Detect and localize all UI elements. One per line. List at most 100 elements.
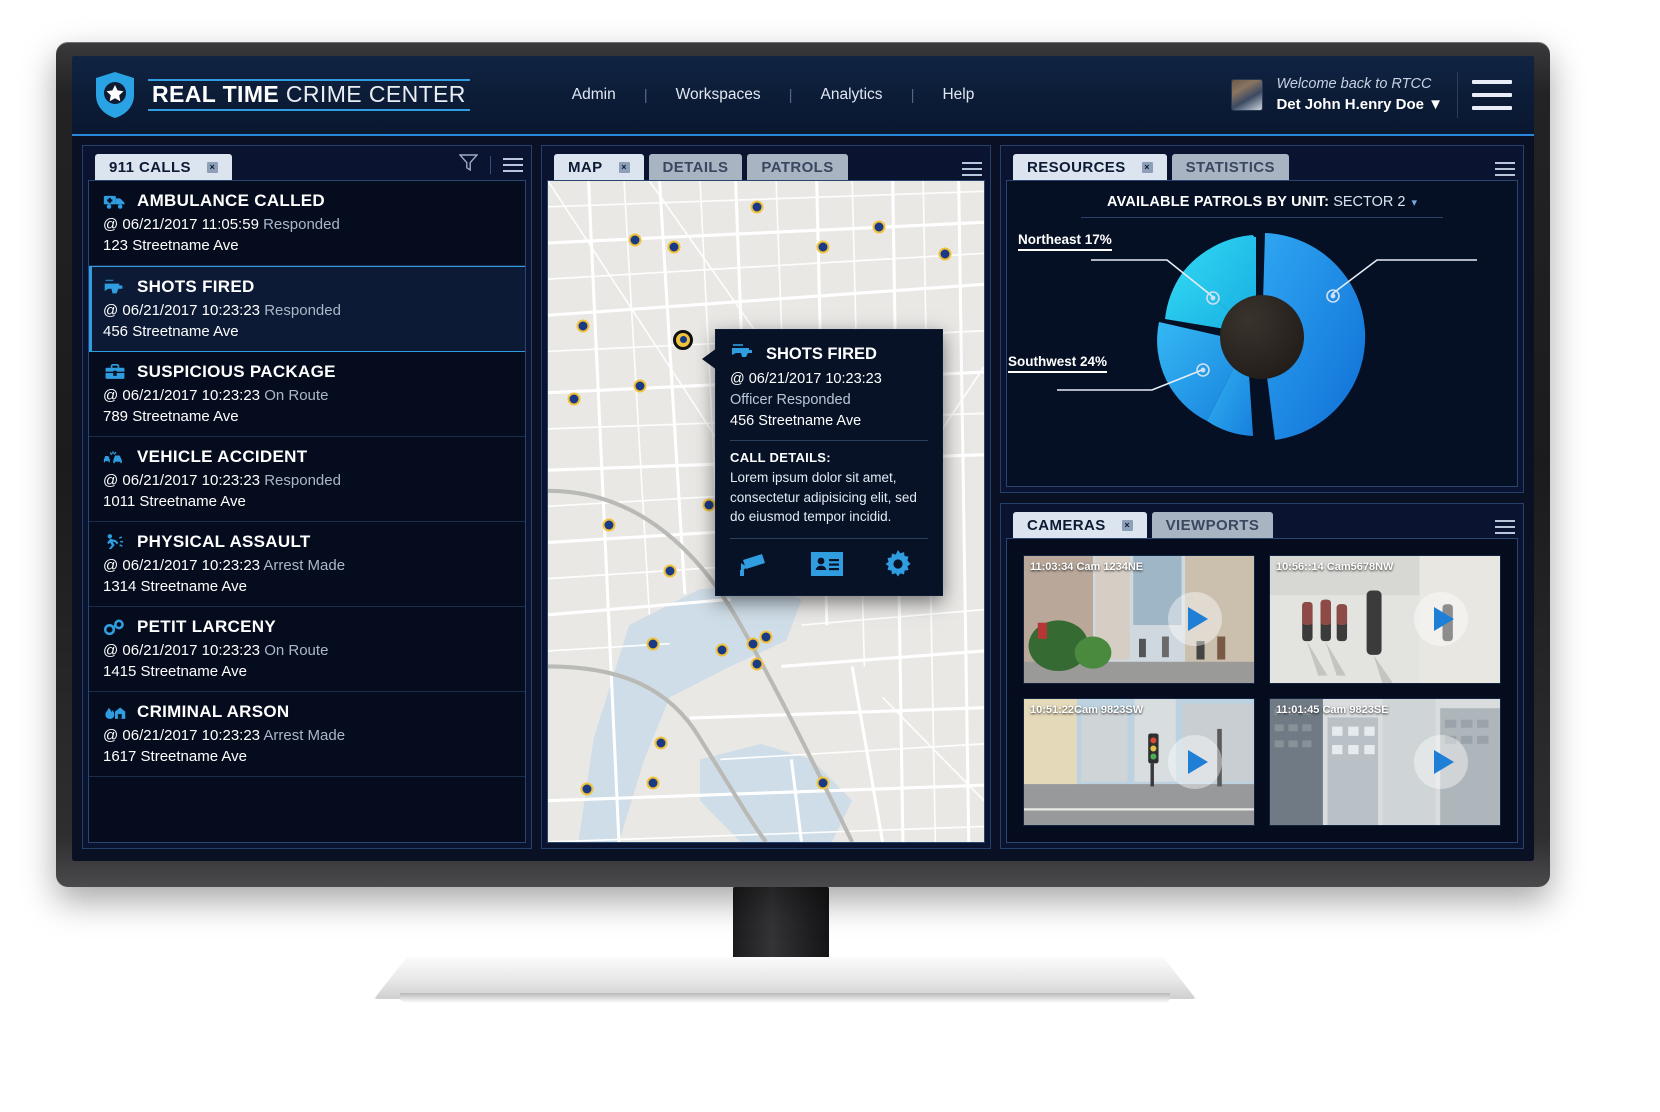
map-marker[interactable]	[702, 498, 716, 512]
play-icon[interactable]	[1413, 734, 1468, 789]
play-icon[interactable]	[1413, 592, 1468, 647]
call-title-row: SUSPICIOUS PACKAGE	[103, 362, 511, 382]
tab-label: CAMERAS	[1027, 516, 1106, 534]
map-panel-body: SHOTS FIRED @ 06/21/2017 10:23:23 Office…	[547, 180, 985, 843]
call-list-item[interactable]: PHYSICAL ASSAULT @ 06/21/2017 10:23:23 Ar…	[89, 522, 525, 607]
chart-title-row: AVAILABLE PATROLS BY UNIT: SECTOR 2 ▾	[1007, 181, 1517, 224]
cameras-tabs: CAMERAS × VIEWPORTS	[1013, 512, 1274, 538]
camera-feed[interactable]: 10:56::14 Cam5678NW	[1269, 555, 1501, 684]
map-marker[interactable]	[580, 782, 594, 796]
tab-map[interactable]: MAP ×	[554, 154, 644, 180]
map-marker[interactable]	[646, 637, 660, 651]
camera-icon[interactable]	[738, 551, 770, 582]
app-header: REAL TIME CRIME CENTER Admin | Workspace…	[72, 56, 1534, 136]
nav-item-analytics[interactable]: Analytics	[793, 86, 911, 104]
chevron-down-icon[interactable]: ▾	[1411, 197, 1417, 209]
call-list-item[interactable]: PETIT LARCENY @ 06/21/2017 10:23:23 On Ro…	[89, 607, 525, 692]
map-marker[interactable]	[715, 643, 729, 657]
camera-feed[interactable]: 10:51:22Cam 9823SW	[1023, 697, 1255, 826]
selected-marker[interactable]	[673, 329, 694, 350]
map-marker[interactable]	[872, 220, 886, 234]
filter-icon[interactable]	[458, 154, 479, 176]
call-list-item[interactable]: AMBULANCE CALLED @ 06/21/2017 11:05:59 Re…	[89, 181, 525, 266]
donut-label-northeast: Northeast 17%	[1018, 232, 1112, 251]
nav-item-workspaces[interactable]: Workspaces	[648, 86, 789, 104]
brand-title-light: CRIME CENTER	[279, 81, 466, 107]
map-marker[interactable]	[667, 240, 681, 254]
resources-menu-icon[interactable]	[1495, 162, 1515, 176]
nav-item-admin[interactable]: Admin	[544, 86, 644, 104]
close-icon[interactable]: ×	[618, 161, 630, 173]
map-marker[interactable]	[602, 518, 616, 532]
call-title-row: CRIMINAL ARSON	[103, 702, 511, 722]
nav-item-help[interactable]: Help	[914, 86, 1002, 104]
tab-statistics[interactable]: STATISTICS	[1171, 154, 1289, 180]
map-marker[interactable]	[646, 776, 660, 789]
play-icon[interactable]	[1167, 592, 1222, 647]
call-address: 789 Streetname Ave	[103, 408, 239, 425]
package-icon	[103, 362, 127, 382]
popup-title-row: SHOTS FIRED	[730, 343, 928, 366]
tab-viewports[interactable]: VIEWPORTS	[1151, 512, 1274, 538]
map-canvas[interactable]: SHOTS FIRED @ 06/21/2017 10:23:23 Office…	[548, 181, 984, 842]
camera-feed[interactable]: 11:01:45 Cam 9823SE	[1269, 697, 1501, 826]
map-marker[interactable]	[759, 630, 773, 644]
id-card-icon[interactable]	[811, 551, 843, 581]
patrols-chart-container: AVAILABLE PATROLS BY UNIT: SECTOR 2 ▾ No…	[1007, 181, 1517, 486]
user-menu[interactable]: Welcome back to RTCC Det John H.enry Doe…	[1276, 75, 1443, 115]
map-marker[interactable]	[654, 736, 668, 750]
donut-chart[interactable]: Northeast 17% Southwest 24%	[1007, 224, 1517, 450]
call-list-item[interactable]: CRIMINAL ARSON @ 06/21/2017 10:23:23 Arre…	[89, 692, 525, 777]
popup-details-label: CALL DETAILS:	[730, 450, 831, 465]
popup-title: SHOTS FIRED	[766, 345, 877, 363]
tab-details[interactable]: DETAILS	[648, 154, 743, 180]
map-marker[interactable]	[746, 637, 760, 651]
calls-tabs: 911 CALLS ×	[95, 154, 232, 180]
avatar[interactable]	[1232, 80, 1263, 110]
map-marker[interactable]	[576, 319, 590, 333]
car-crash-icon	[103, 447, 127, 467]
map-marker[interactable]	[567, 392, 581, 406]
cameras-menu-icon[interactable]	[1495, 520, 1515, 534]
map-marker[interactable]	[628, 233, 642, 247]
play-icon[interactable]	[1167, 734, 1222, 789]
call-list-item[interactable]: SUSPICIOUS PACKAGE @ 06/21/2017 10:23:23 …	[89, 352, 525, 437]
monitor-bezel: REAL TIME CRIME CENTER Admin | Workspace…	[56, 42, 1550, 887]
main-menu-button[interactable]	[1472, 80, 1512, 110]
arson-icon	[103, 702, 127, 722]
tab-911-calls[interactable]: 911 CALLS ×	[95, 154, 232, 180]
map-marker[interactable]	[938, 247, 952, 261]
close-icon[interactable]: ×	[1141, 161, 1153, 173]
map-menu-icon[interactable]	[962, 162, 982, 176]
map-marker[interactable]	[633, 379, 647, 393]
gear-icon[interactable]	[884, 549, 912, 583]
close-icon[interactable]: ×	[206, 161, 218, 173]
close-icon[interactable]: ×	[1121, 519, 1133, 531]
tab-patrols[interactable]: PATROLS	[747, 154, 848, 180]
calls-panel: 911 CALLS × AMBULANCE CALLED @ 06/21/201…	[82, 145, 532, 849]
call-status: Responded	[263, 216, 340, 233]
call-status: On Route	[264, 387, 329, 404]
map-column: MAP × DETAILS PATROLS SHOTS FIRED @ 06/2…	[541, 145, 991, 849]
tab-resources[interactable]: RESOURCES ×	[1013, 154, 1167, 180]
map-marker[interactable]	[750, 657, 764, 671]
map-marker[interactable]	[663, 564, 677, 578]
call-popup: SHOTS FIRED @ 06/21/2017 10:23:23 Office…	[702, 329, 943, 596]
call-list-item[interactable]: VEHICLE ACCIDENT @ 06/21/2017 10:23:23 Re…	[89, 437, 525, 522]
call-time: @ 06/21/2017 10:23:23	[103, 727, 261, 744]
camera-feed[interactable]: 11:03:34 Cam 1234NE	[1023, 555, 1255, 684]
call-meta: @ 06/21/2017 10:23:23 Responded	[103, 472, 511, 489]
map-marker[interactable]	[750, 200, 764, 214]
map-marker[interactable]	[816, 240, 830, 254]
monitor-stand-base-edge	[400, 993, 1170, 1003]
call-address: 1011 Streetname Ave	[103, 493, 246, 510]
call-list-item[interactable]: SHOTS FIRED @ 06/21/2017 10:23:23 Respond…	[89, 266, 525, 352]
calls-list[interactable]: AMBULANCE CALLED @ 06/21/2017 11:05:59 Re…	[89, 181, 525, 842]
calls-menu-icon[interactable]	[503, 158, 523, 172]
tab-cameras[interactable]: CAMERAS ×	[1013, 512, 1147, 538]
chart-title[interactable]: AVAILABLE PATROLS BY UNIT: SECTOR 2 ▾	[1081, 193, 1443, 218]
chevron-down-icon[interactable]: ▼	[1428, 96, 1443, 113]
map-marker[interactable]	[816, 776, 830, 789]
brand-logo[interactable]: REAL TIME CRIME CENTER	[94, 71, 470, 119]
app-body: 911 CALLS × AMBULANCE CALLED @ 06/21/201…	[72, 136, 1534, 861]
